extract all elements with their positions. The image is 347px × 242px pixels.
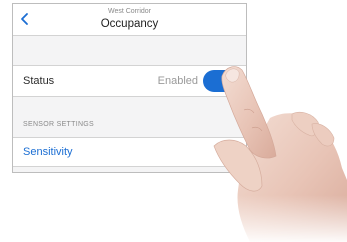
status-toggle[interactable] bbox=[203, 70, 243, 92]
page-title: Occupancy bbox=[100, 18, 159, 30]
section-header-sensor-settings: SENSOR SETTINGS bbox=[23, 121, 95, 128]
sensitivity-row[interactable]: Sensitivity bbox=[13, 137, 246, 167]
sensitivity-label: Sensitivity bbox=[23, 146, 73, 158]
toggle-knob bbox=[223, 72, 241, 90]
navigation-bar: West Corridor Occupancy bbox=[13, 4, 246, 36]
device-screen: West Corridor Occupancy Status Enabled S… bbox=[12, 3, 247, 173]
status-row: Status Enabled bbox=[13, 65, 246, 97]
stage: West Corridor Occupancy Status Enabled S… bbox=[0, 0, 347, 242]
status-value: Enabled bbox=[157, 75, 198, 87]
page-subtitle: West Corridor bbox=[107, 8, 152, 15]
status-label: Status bbox=[23, 75, 55, 87]
